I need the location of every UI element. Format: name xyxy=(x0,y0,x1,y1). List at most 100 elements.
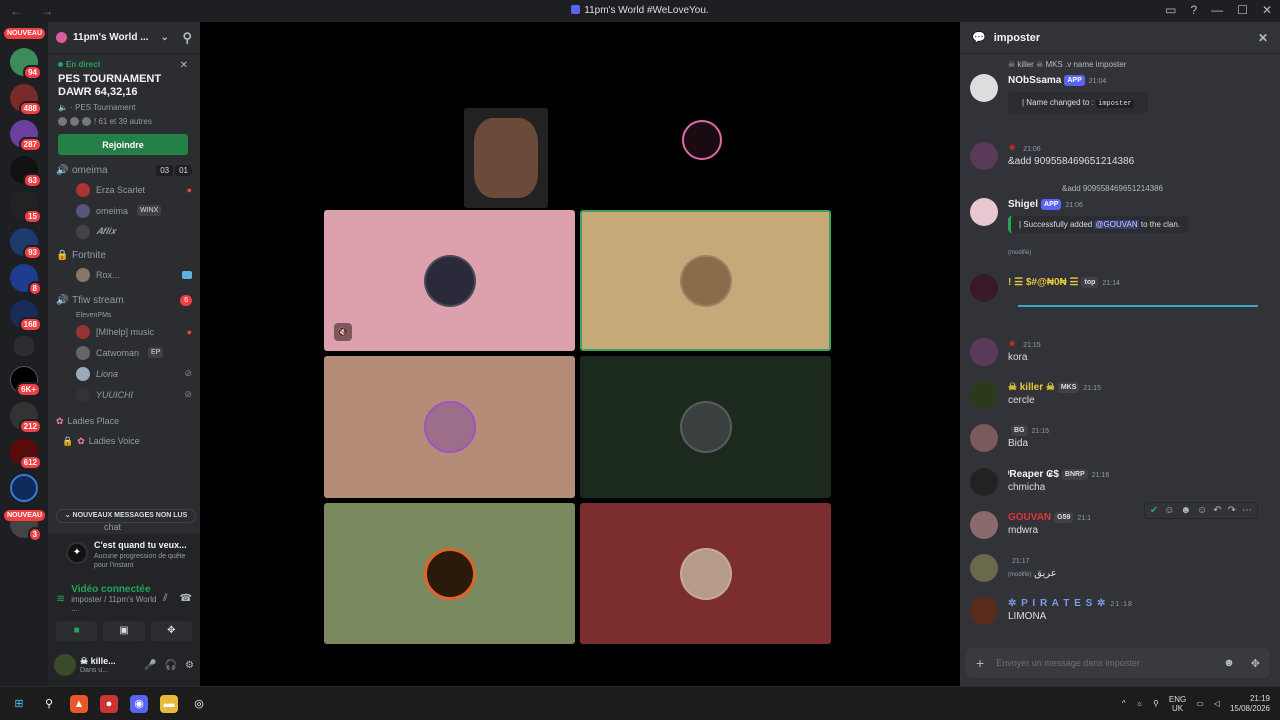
gear-icon[interactable]: ⚙ xyxy=(185,660,194,671)
inbox-icon[interactable]: ▭ xyxy=(1165,3,1176,17)
headphones-icon[interactable]: 🎧 xyxy=(165,660,177,671)
voice-user[interactable]: omeima WINX xyxy=(56,200,192,221)
participant-tile[interactable] xyxy=(324,503,575,644)
forward-icon[interactable]: ↷ xyxy=(1228,505,1236,516)
windows-start-icon[interactable]: ⊞ xyxy=(10,695,28,713)
reply-preview[interactable]: &add 909558469651214386 xyxy=(1062,184,1163,193)
add-reaction-icon[interactable]: ☺ xyxy=(1197,505,1207,516)
close-icon[interactable]: ✕ xyxy=(1258,31,1268,45)
microphone-icon[interactable]: ⚲ xyxy=(1153,699,1159,708)
reply-preview[interactable]: ☠ killer ☠ MKS .v name imposter xyxy=(1008,60,1126,69)
emoji-icon[interactable]: ☺ xyxy=(1164,505,1174,516)
server-icon[interactable]: 612 xyxy=(10,438,42,470)
disconnect-icon[interactable]: ☎ xyxy=(180,593,192,604)
server-icon[interactable] xyxy=(10,474,38,502)
voice-user[interactable]: Liona ⊘ xyxy=(56,363,192,384)
brave-browser-icon[interactable]: ▲ xyxy=(70,694,88,713)
file-explorer-icon[interactable]: ▬ xyxy=(160,694,178,713)
quest-panel[interactable]: ✦ C'est quand tu veux... Aucune progress… xyxy=(48,534,200,580)
noise-suppression-icon[interactable]: ⫽ xyxy=(163,593,167,604)
signal-icon[interactable]: ≋ xyxy=(56,592,65,605)
maximize-button[interactable]: ☐ xyxy=(1237,3,1248,17)
steam-icon[interactable]: ◎ xyxy=(190,695,208,713)
server-icon[interactable]: 63 xyxy=(10,156,42,188)
activities-button[interactable]: ✥ xyxy=(150,621,192,641)
participant-tile[interactable] xyxy=(324,356,575,498)
search-icon[interactable]: ⚲ xyxy=(40,695,58,713)
clock[interactable]: 21:19 15/08/2026 xyxy=(1230,694,1270,714)
wifi-icon[interactable]: ☼ xyxy=(1136,699,1143,708)
chat-channel-label[interactable]: chat xyxy=(104,522,121,532)
voice-channel-omeima[interactable]: 🔊 omeima 03 01 xyxy=(56,161,192,179)
server-icon[interactable]: 15 xyxy=(10,192,42,224)
voice-user[interactable]: YUUICHI ⊘ xyxy=(56,384,192,405)
avatar[interactable] xyxy=(970,338,998,366)
avatar[interactable] xyxy=(970,424,998,452)
avatar[interactable] xyxy=(970,554,998,582)
help-icon[interactable]: ? xyxy=(1190,3,1197,17)
discord-icon[interactable]: ◉ xyxy=(130,694,148,713)
volume-icon[interactable]: ◁ xyxy=(1214,699,1220,708)
server-icon[interactable]: 94 xyxy=(10,48,42,80)
apps-icon[interactable]: ✥ xyxy=(1251,657,1260,670)
add-attachment-icon[interactable]: + xyxy=(976,655,984,671)
server-icon[interactable]: 8 xyxy=(10,264,42,296)
voice-channel-tfiw[interactable]: 🔊 Tfiw stream 6 xyxy=(56,291,192,309)
voice-user[interactable]: Catwoman EP xyxy=(56,342,192,363)
chat-channel-name: imposter xyxy=(993,31,1041,44)
server-icon[interactable]: 212 xyxy=(10,402,42,434)
server-icon[interactable]: 488 xyxy=(10,84,42,116)
avatar[interactable] xyxy=(970,198,998,226)
participant-tile[interactable] xyxy=(580,210,831,351)
chat-header: 💬 imposter ✕ xyxy=(960,22,1280,54)
avatar[interactable] xyxy=(970,511,998,539)
close-window-button[interactable]: ✕ xyxy=(1262,3,1272,17)
close-icon[interactable]: ✕ xyxy=(180,60,188,71)
emoji-icon[interactable]: ☻ xyxy=(1180,505,1191,516)
server-icon[interactable]: 6K+ xyxy=(10,366,41,397)
voice-user[interactable]: 𝑨𝒇𝒍𝒊𝒙 xyxy=(56,221,192,242)
avatar[interactable] xyxy=(970,74,998,102)
reply-icon[interactable]: ↶ xyxy=(1213,505,1221,516)
avatar[interactable] xyxy=(970,468,998,496)
guild-header[interactable]: 11pm's World ... ⌄ ⚲ xyxy=(48,22,200,54)
avatar[interactable] xyxy=(970,274,998,302)
language-indicator[interactable]: ENG UK xyxy=(1169,695,1186,713)
screen-share-button[interactable]: ▣ xyxy=(103,621,145,641)
new-messages-banner[interactable]: ⌄ NOUVEAUX MESSAGES NON LUS xyxy=(56,509,196,523)
voice-channel-fortnite[interactable]: 🔒 Fortnite xyxy=(56,246,192,264)
microphone-icon[interactable]: 🎤 xyxy=(144,660,156,671)
camera-feed[interactable] xyxy=(668,110,736,170)
server-icon[interactable]: 287 xyxy=(10,120,42,152)
emoji-picker-icon[interactable]: ☻ xyxy=(1223,657,1235,670)
participant-tile[interactable] xyxy=(580,356,831,498)
server-icon[interactable]: 168 xyxy=(10,300,42,332)
participant-tile[interactable] xyxy=(580,503,831,644)
message-input[interactable]: Envoyer un message dans imposter xyxy=(996,658,1140,668)
chevron-up-icon[interactable]: ^ xyxy=(1122,699,1126,708)
avatar[interactable] xyxy=(54,654,76,676)
avatar[interactable] xyxy=(970,142,998,170)
voice-location[interactable]: imposter / 11pm's World ... xyxy=(71,595,157,613)
thread-icon: 💬 xyxy=(972,32,986,44)
camera-button[interactable]: ■ xyxy=(56,621,98,641)
check-emoji-icon[interactable]: ✔ xyxy=(1150,505,1158,516)
avatar[interactable] xyxy=(970,381,998,409)
minimize-button[interactable]: — xyxy=(1211,3,1223,17)
voice-user[interactable]: Erza Scarlet ● xyxy=(56,179,192,200)
voice-user[interactable]: [MIhelp] music ● xyxy=(56,321,192,342)
category-ladies[interactable]: ✿ Ladies Place xyxy=(48,411,200,431)
folder-icon[interactable] xyxy=(14,336,34,356)
voice-channel-ladies[interactable]: 🔒 ✿ Ladies Voice xyxy=(48,431,200,451)
voice-user[interactable]: Rox... xyxy=(56,264,192,285)
more-icon[interactable]: ⋯ xyxy=(1242,505,1252,516)
network-icon[interactable]: ▭ xyxy=(1196,699,1204,708)
server-icon[interactable]: 93 xyxy=(10,228,42,260)
camera-feed[interactable] xyxy=(464,108,548,208)
voice-status: Vidéo connectée xyxy=(71,584,151,595)
join-button[interactable]: Rejoindre xyxy=(58,134,188,155)
app-icon[interactable]: ● xyxy=(100,694,118,713)
add-member-icon[interactable]: ⚲ xyxy=(182,30,192,46)
avatar[interactable] xyxy=(970,597,998,625)
participant-tile[interactable]: 🔇 xyxy=(324,210,575,351)
